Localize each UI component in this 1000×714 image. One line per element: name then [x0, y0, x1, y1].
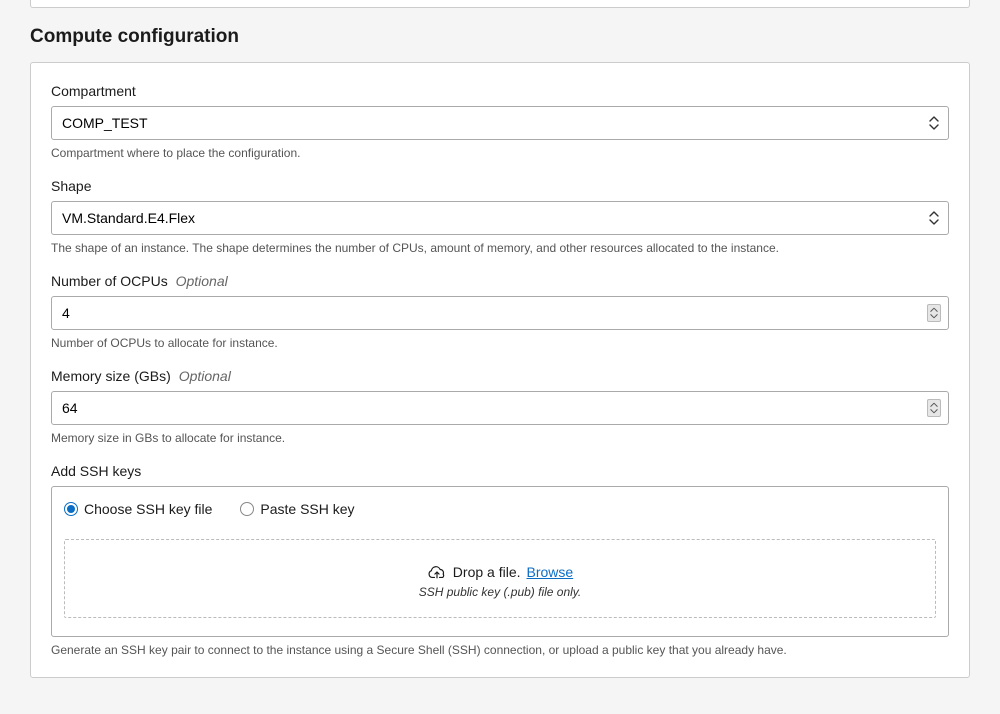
ssh-radio-paste[interactable]: Paste SSH key — [240, 501, 354, 517]
ssh-radio-paste-label: Paste SSH key — [260, 501, 354, 517]
memory-group: Memory size (GBs) Optional Memory size i… — [51, 368, 949, 445]
ocpus-label: Number of OCPUs Optional — [51, 273, 949, 289]
ocpus-help: Number of OCPUs to allocate for instance… — [51, 336, 949, 350]
ssh-help: Generate an SSH key pair to connect to t… — [51, 643, 949, 657]
compartment-select[interactable]: COMP_TEST — [51, 106, 949, 140]
ssh-box: Choose SSH key file Paste SSH key — [51, 486, 949, 637]
ocpus-group: Number of OCPUs Optional Number of OCPUs… — [51, 273, 949, 350]
dropzone-hint: SSH public key (.pub) file only. — [75, 585, 925, 599]
radio-icon — [64, 502, 78, 516]
cloud-upload-icon — [427, 564, 447, 580]
radio-dot-icon — [67, 505, 75, 513]
ssh-dropzone[interactable]: Drop a file. Browse SSH public key (.pub… — [64, 539, 936, 618]
dropzone-line: Drop a file. Browse — [75, 564, 925, 580]
compute-config-card: Compartment COMP_TEST Compartment where … — [30, 62, 970, 678]
ocpus-input[interactable] — [51, 296, 949, 330]
ssh-radio-row: Choose SSH key file Paste SSH key — [64, 501, 936, 517]
memory-label-text: Memory size (GBs) — [51, 368, 171, 384]
shape-help: The shape of an instance. The shape dete… — [51, 241, 949, 255]
section-title: Compute configuration — [30, 26, 970, 48]
shape-label: Shape — [51, 178, 949, 194]
compartment-label: Compartment — [51, 83, 949, 99]
memory-label: Memory size (GBs) Optional — [51, 368, 949, 384]
shape-group: Shape VM.Standard.E4.Flex The shape of a… — [51, 178, 949, 255]
shape-select[interactable]: VM.Standard.E4.Flex — [51, 201, 949, 235]
ocpus-optional-tag: Optional — [176, 273, 228, 289]
ssh-label: Add SSH keys — [51, 463, 949, 479]
drop-text: Drop a file. — [453, 564, 521, 580]
compartment-value: COMP_TEST — [62, 115, 148, 131]
ssh-group: Add SSH keys Choose SSH key file Paste S… — [51, 463, 949, 657]
ssh-radio-choose-label: Choose SSH key file — [84, 501, 212, 517]
previous-card-stub — [30, 0, 970, 8]
memory-help: Memory size in GBs to allocate for insta… — [51, 431, 949, 445]
compartment-group: Compartment COMP_TEST Compartment where … — [51, 83, 949, 160]
memory-input[interactable] — [51, 391, 949, 425]
ocpus-label-text: Number of OCPUs — [51, 273, 168, 289]
radio-icon — [240, 502, 254, 516]
memory-optional-tag: Optional — [179, 368, 231, 384]
browse-link[interactable]: Browse — [527, 564, 574, 580]
compartment-help: Compartment where to place the configura… — [51, 146, 949, 160]
ssh-radio-choose-file[interactable]: Choose SSH key file — [64, 501, 212, 517]
shape-value: VM.Standard.E4.Flex — [62, 210, 195, 226]
